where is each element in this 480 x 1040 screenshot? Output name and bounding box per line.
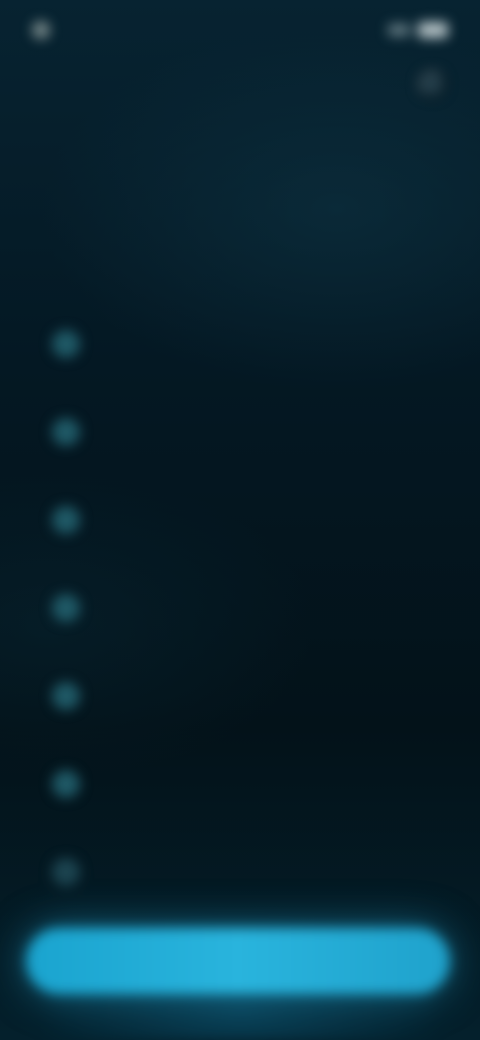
- radio-circle-icon: [52, 594, 80, 622]
- radio-circle-icon: [52, 770, 80, 798]
- radio-circle-icon: [52, 418, 80, 446]
- option-item-5[interactable]: [36, 652, 444, 740]
- option-list: [36, 300, 444, 916]
- close-button[interactable]: [418, 70, 446, 98]
- onboarding-screen: [0, 0, 480, 1040]
- option-item-6[interactable]: [36, 740, 444, 828]
- status-bar: [32, 14, 448, 46]
- signal-icon: [388, 24, 410, 36]
- radio-circle-icon: [52, 682, 80, 710]
- radio-circle-icon: [52, 330, 80, 358]
- status-right: [388, 22, 448, 38]
- option-item-4[interactable]: [36, 564, 444, 652]
- radio-circle-icon: [52, 506, 80, 534]
- status-left: [32, 21, 60, 39]
- continue-button[interactable]: [26, 928, 450, 994]
- status-indicator-icon: [32, 21, 50, 39]
- option-item-3[interactable]: [36, 476, 444, 564]
- option-item-1[interactable]: [36, 300, 444, 388]
- battery-icon: [418, 22, 448, 38]
- option-item-2[interactable]: [36, 388, 444, 476]
